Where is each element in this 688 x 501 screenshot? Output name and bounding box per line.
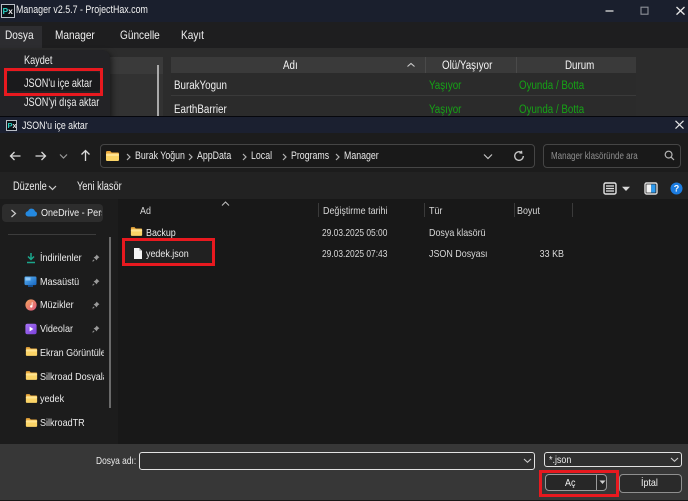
svg-text:?: ? [674, 184, 680, 194]
